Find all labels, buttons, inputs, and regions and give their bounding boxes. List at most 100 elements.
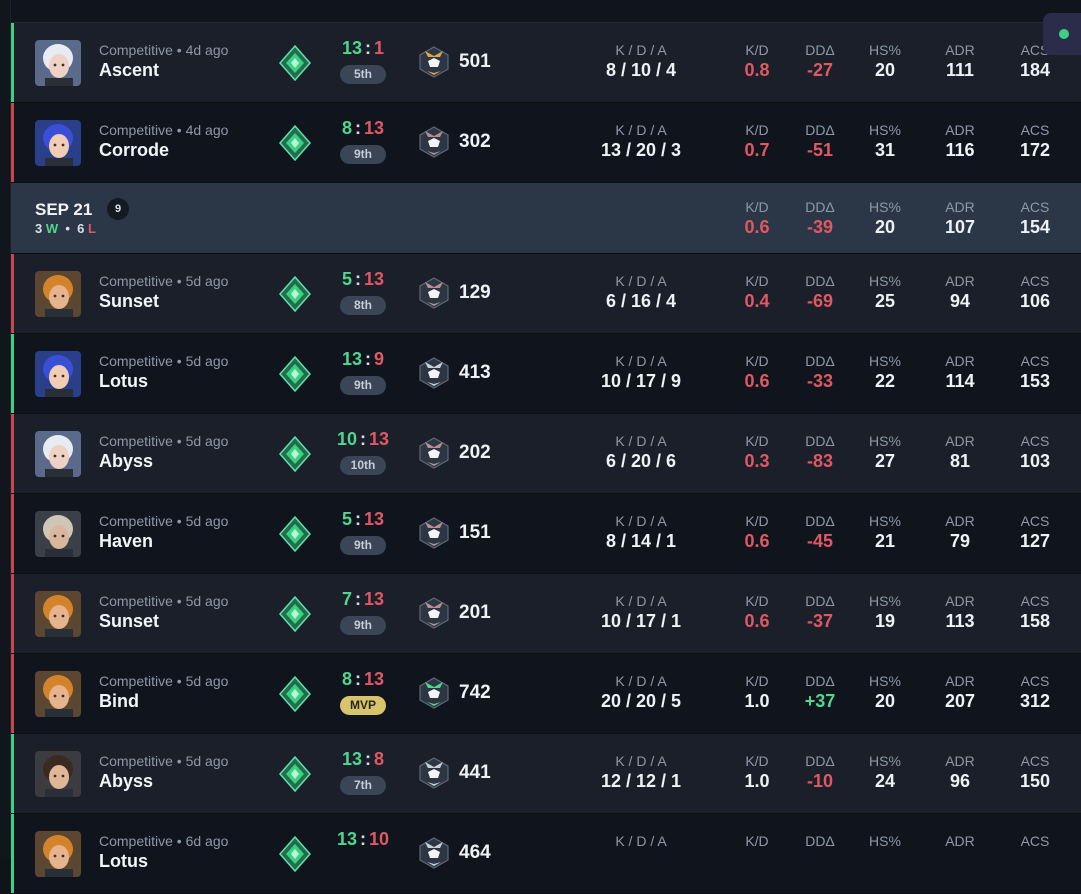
score-them: 13: [363, 589, 385, 609]
score-them: 13: [363, 669, 385, 689]
day-win-loss: 3 W • 6 L: [35, 221, 96, 236]
score-separator: :: [365, 38, 371, 58]
match-mode-time: Competitive • 4d ago: [99, 122, 229, 138]
match-row[interactable]: Competitive • 5d ago Haven 5:13 9th 151 K / D…: [11, 494, 1081, 574]
stat-value: 8 / 10 / 4: [605, 60, 677, 80]
stat-value: 1.0: [744, 771, 770, 791]
stat-header: K/D: [745, 593, 769, 609]
stat-header: HS%: [869, 593, 901, 609]
stat-value: 0.4: [744, 291, 770, 311]
match-score: 13:9: [333, 349, 393, 370]
stat-hs: HS% 20: [865, 42, 905, 81]
stat-hs: HS% 22: [865, 353, 905, 392]
score-separator: :: [365, 349, 371, 369]
stat-header: ADR: [945, 753, 975, 769]
match-row[interactable]: Competitive • 5d ago Lotus 13:9 9th 413 K / D…: [11, 334, 1081, 414]
stat-value: 312: [1019, 691, 1051, 711]
match-history-list: Competitive • 4d ago Ascent 13:1 5th 501 K / …: [11, 0, 1081, 894]
match-row[interactable]: Competitive • 4d ago Ascent 13:1 5th 501 K / …: [11, 23, 1081, 103]
stat-header: K/D: [745, 199, 769, 215]
placement-badge: 5th: [340, 65, 386, 84]
status-tab[interactable]: [1043, 13, 1081, 55]
map-name: Bind: [99, 691, 139, 711]
match-row[interactable]: Competitive • 5d ago Sunset 7:13 9th 201 K / …: [11, 574, 1081, 654]
rank-icon: [278, 435, 312, 473]
rank-icon: [278, 275, 312, 313]
stat-header: ACS: [1020, 199, 1050, 215]
stat-value: 172: [1019, 140, 1051, 160]
match-row[interactable]: Competitive • 5d ago Abyss 13:8 7th 441 K / D…: [11, 734, 1081, 814]
stat-value: 6 / 20 / 6: [605, 451, 677, 471]
score-us: 13: [341, 749, 362, 769]
stat-header: HS%: [869, 199, 901, 215]
stat-kda: K / D / A 8 / 10 / 4: [581, 42, 701, 81]
placement-badge: 9th: [340, 536, 386, 555]
match-row[interactable]: Competitive • 6d ago Lotus 13:10 464 K / D /…: [11, 814, 1081, 894]
tier-badge-silver-icon: [417, 756, 451, 790]
stat-value: 31: [874, 140, 896, 160]
stat-hs: HS% 31: [865, 122, 905, 161]
stat-header: HS%: [869, 433, 901, 449]
stat-value: 0.3: [744, 451, 770, 471]
match-mode-time: Competitive • 5d ago: [99, 593, 229, 609]
stat-value: -45: [806, 531, 833, 551]
rank-icon: [278, 595, 312, 633]
tier-badge-gray-icon: [417, 596, 451, 630]
stat-dd: DDΔ -37: [795, 593, 845, 632]
stat-value: 24: [874, 771, 896, 791]
stat-dd: DDΔ -83: [795, 433, 845, 472]
result-indicator: [11, 494, 14, 573]
match-row[interactable]: Competitive • 5d ago Sunset 5:13 8th 129 K / …: [11, 254, 1081, 334]
tier-badge-green-icon: [417, 676, 451, 710]
stat-header: ACS: [1020, 593, 1050, 609]
match-mode-time: Competitive • 5d ago: [99, 513, 229, 529]
stat-header: ACS: [1020, 753, 1050, 769]
result-indicator: [11, 254, 14, 333]
stat-header: HS%: [869, 753, 901, 769]
stat-value: -27: [806, 60, 833, 80]
score-us: 8: [341, 118, 352, 138]
stat-value: 0.6: [744, 531, 770, 551]
stat-value: 94: [949, 291, 971, 311]
stat-header: ADR: [945, 353, 975, 369]
stat-value: 114: [945, 371, 975, 391]
score-separator: :: [354, 509, 361, 529]
stat-header: ADR: [945, 513, 975, 529]
stat-value: 207: [944, 691, 976, 711]
agent-portrait-dark-hair-icon: [35, 751, 81, 797]
stat-value: 25: [874, 291, 896, 311]
stat-acs: ACS 106: [1015, 273, 1055, 312]
stat-header: HS%: [869, 353, 901, 369]
rating-value: 413: [459, 362, 491, 383]
match-row[interactable]: Competitive • 5d ago Abyss 10:13 10th 202 K /…: [11, 414, 1081, 494]
stat-value: 20 / 20 / 5: [600, 691, 682, 711]
stat-kd: K/D 0.6: [737, 593, 777, 632]
rank-icon: [278, 44, 312, 82]
stat-adr: ADR: [935, 833, 985, 851]
day-match-count-badge: 9: [107, 198, 129, 220]
stat-value: -39: [806, 217, 833, 237]
stat-value: 111: [945, 60, 975, 80]
score-them: 13: [363, 118, 385, 138]
stat-header: DDΔ: [805, 673, 835, 689]
stat-adr: ADR 79: [935, 513, 985, 552]
stat-header: HS%: [869, 833, 901, 849]
stat-dd: DDΔ -10: [795, 753, 845, 792]
match-mode-time: Competitive • 6d ago: [99, 833, 229, 849]
stat-dd: DDΔ -33: [795, 353, 845, 392]
day-date: SEP 21: [35, 200, 93, 219]
match-row[interactable]: Competitive • 5d ago Bind 8:13 MVP 742 K / D …: [11, 654, 1081, 734]
map-name: Lotus: [99, 851, 148, 871]
stat-kda: K / D / A 8 / 14 / 1: [581, 513, 701, 552]
score-separator: :: [360, 829, 366, 849]
result-indicator: [11, 734, 14, 813]
stat-kda: K / D / A 10 / 17 / 1: [581, 593, 701, 632]
stat-header: K/D: [745, 433, 769, 449]
stat-header: K / D / A: [615, 513, 667, 529]
match-score: 10:13: [333, 429, 393, 450]
stat-value: 107: [944, 217, 976, 237]
score-them: 13: [363, 269, 385, 289]
stat-value: +37: [804, 691, 836, 711]
match-row[interactable]: Competitive • 4d ago Corrode 8:13 9th 302 K /…: [11, 103, 1081, 183]
stat-value: 8 / 14 / 1: [605, 531, 677, 551]
